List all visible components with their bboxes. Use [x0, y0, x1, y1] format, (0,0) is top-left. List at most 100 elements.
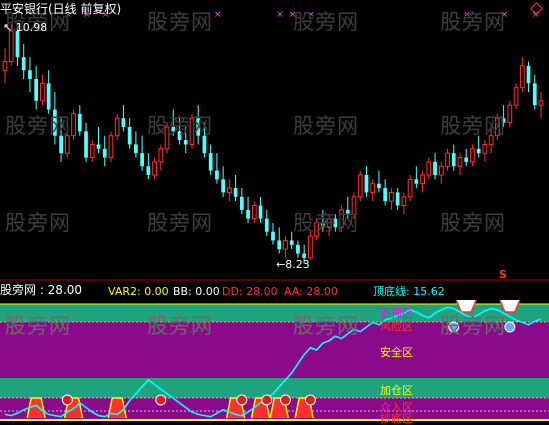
watermark: 股旁网	[147, 10, 213, 34]
watermark: 股旁网	[147, 211, 213, 235]
candle-body	[215, 170, 219, 180]
arrow-up-left-icon: ↖	[3, 21, 13, 34]
candle-body	[383, 188, 388, 202]
candle-body	[433, 161, 437, 175]
candle-body	[264, 218, 269, 232]
candle-body	[28, 70, 32, 79]
candle-body	[377, 183, 381, 189]
zone-escape-label: 逃顶区	[380, 307, 413, 320]
watermark: 股旁网	[5, 314, 71, 338]
candle-body	[152, 161, 157, 176]
candle-body	[445, 152, 450, 167]
indicator-dd: DD: 28.00	[222, 285, 278, 298]
red-ball-marker	[279, 394, 291, 406]
candle-body	[239, 196, 244, 210]
candle-body	[283, 239, 288, 250]
candle-body	[438, 165, 444, 176]
chart-title: 平安银行(日线 前复权)	[0, 2, 122, 16]
candle-body	[183, 140, 188, 145]
cross-marker: ×	[276, 10, 284, 20]
candle-body	[271, 231, 275, 241]
candle-body	[140, 153, 144, 167]
candle-body	[526, 65, 531, 84]
candle-body	[246, 209, 250, 219]
candle-body	[134, 144, 138, 154]
candle-body	[538, 100, 544, 106]
candle-body	[2, 61, 8, 71]
watermark: 股旁网	[293, 114, 359, 138]
watermark: 股旁网	[5, 211, 71, 235]
indicator-bb: BB: 0.00	[173, 285, 220, 298]
candle-body	[407, 178, 413, 198]
red-ball-marker	[261, 394, 273, 406]
candle-body	[208, 153, 213, 171]
candle-body	[357, 174, 363, 198]
candle-body	[470, 148, 475, 163]
candle-body	[221, 179, 226, 193]
red-ball-marker	[304, 394, 316, 406]
candle-body	[308, 235, 313, 259]
candle-body	[457, 157, 463, 167]
band-add-position	[0, 378, 549, 398]
candle-body	[127, 126, 132, 145]
candle-body	[40, 82, 45, 102]
candle-body	[233, 188, 238, 197]
candle-body	[227, 187, 232, 193]
price-low-label: ←8.23	[276, 258, 310, 271]
candle-body	[364, 174, 369, 193]
candle-body	[401, 196, 407, 207]
candle-body	[121, 118, 126, 127]
candle-body	[77, 113, 82, 132]
watermark: 股旁网	[440, 10, 506, 34]
candle-body	[296, 244, 300, 254]
candle-body	[451, 153, 456, 167]
red-ball-marker	[236, 394, 248, 406]
candle-body	[251, 205, 257, 220]
indicator-gupang: 股旁网 : 28.00	[0, 283, 83, 297]
candle-body	[258, 205, 263, 219]
candle-body	[71, 113, 76, 137]
candle-body	[34, 78, 39, 101]
candle-body	[389, 191, 394, 202]
candle-body	[46, 83, 51, 110]
candle-body	[476, 148, 481, 154]
sell-signal-label: S	[499, 268, 507, 281]
cross-marker: ×	[214, 10, 222, 20]
stock-chart-stage: × × × × × × × × × × 股旁网 股旁网 股旁网 股旁网 股旁网 股旁网 股旁网 股…	[0, 0, 549, 425]
watermark: 股旁网	[293, 10, 359, 34]
candle-body	[420, 174, 425, 185]
arrow-left-icon: ←	[276, 258, 286, 271]
watermark: 股旁网	[440, 114, 506, 138]
candle-body	[84, 131, 88, 158]
zone-risk-label: 风险区	[380, 320, 413, 333]
watermark: 股旁网	[293, 314, 359, 338]
watermark: 股旁网	[440, 314, 506, 338]
watermark: 股旁网	[147, 114, 213, 138]
candle-body	[370, 183, 376, 193]
red-ball-marker	[61, 394, 73, 406]
candle-body	[414, 179, 419, 184]
zone-bottom-fishing-label: 抄底区	[380, 412, 413, 425]
candle-body	[96, 144, 101, 149]
watermark: 股旁网	[293, 211, 359, 235]
candle-body	[21, 57, 26, 71]
candle-body	[89, 143, 95, 159]
blue-ball-marker	[504, 321, 516, 333]
candle-body	[158, 148, 164, 163]
watermark: 股旁网	[147, 314, 213, 338]
candle-body	[114, 117, 120, 137]
zone-safe-label: 安全区	[380, 346, 413, 359]
candle-body	[507, 104, 513, 124]
candle-body	[464, 157, 469, 162]
candle-body	[102, 148, 107, 158]
watermark: 股旁网	[5, 114, 71, 138]
candle-body	[532, 83, 537, 106]
candle-body	[426, 161, 432, 176]
indicator-aa: AA: 28.00	[284, 285, 338, 298]
candle-body	[108, 135, 114, 159]
candle-body	[519, 65, 525, 89]
candle-body	[289, 240, 294, 245]
candle-body	[513, 87, 519, 106]
indicator-var2: VAR2: 0.00	[108, 285, 169, 298]
candle-body	[482, 143, 488, 154]
